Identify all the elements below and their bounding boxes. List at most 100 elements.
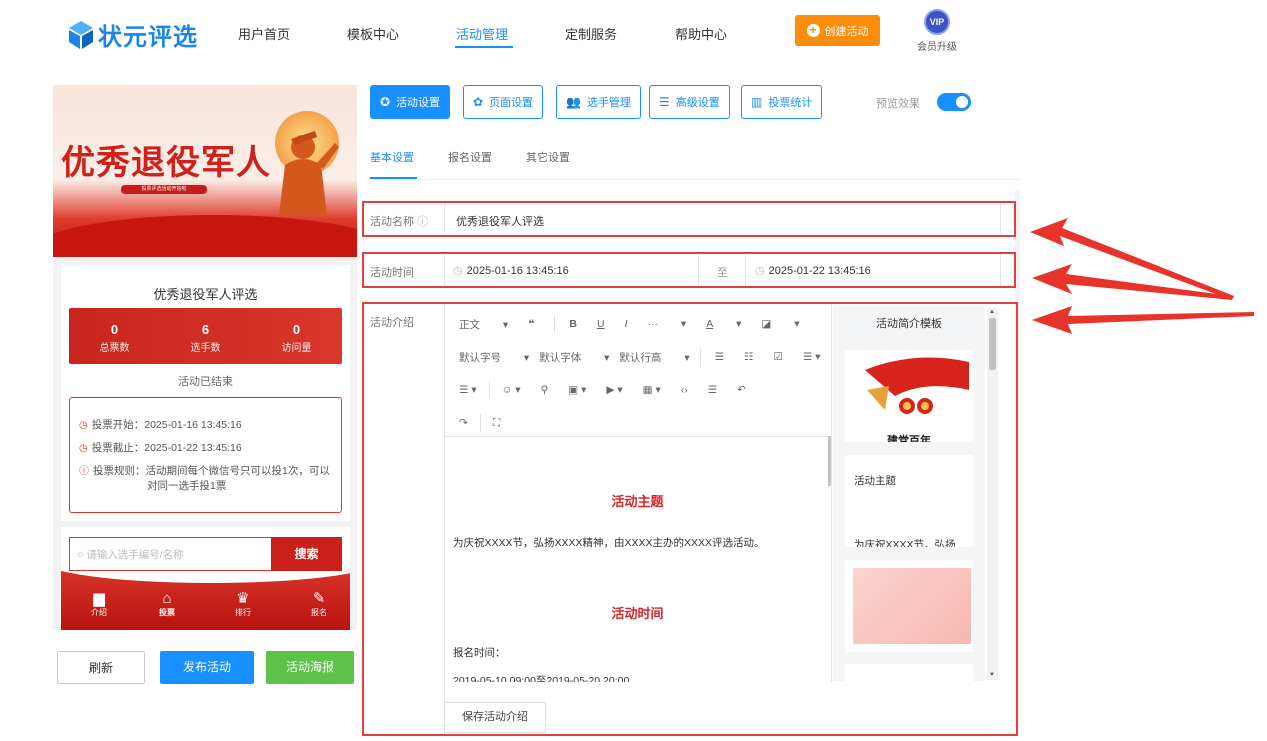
tool-contestant-manage[interactable]: 👥 选手管理 xyxy=(556,85,641,119)
stat-total-votes: 0 总票数 xyxy=(69,308,160,364)
link-icon[interactable]: ⚲ xyxy=(541,384,549,396)
users-icon: 👥 xyxy=(566,95,581,109)
plus-icon: + xyxy=(806,24,820,37)
align-icon[interactable]: ☰ ▾ xyxy=(803,351,821,363)
subtab-basic[interactable]: 基本设置 xyxy=(370,149,414,165)
tab-label: 投票 xyxy=(159,608,175,617)
nav-home[interactable]: 用户首页 xyxy=(238,24,290,43)
nav-templates[interactable]: 模板中心 xyxy=(347,24,399,43)
indent-icon[interactable]: ☰ ▾ xyxy=(459,384,477,396)
template-card-party[interactable]: 建党百年 xyxy=(845,350,973,442)
fullscreen-icon[interactable]: ⛶ xyxy=(493,417,500,430)
activity-name: 优秀退役军人评选 xyxy=(153,287,258,302)
divider xyxy=(745,254,746,286)
tab-register[interactable]: ✎ 报名 xyxy=(289,591,349,618)
tool-activity-settings[interactable]: ✪ 活动设置 xyxy=(370,85,451,119)
tool-advanced-settings[interactable]: ☰ 高级设置 xyxy=(649,85,730,119)
paragraph-style-select[interactable]: 正文 ▾ xyxy=(459,317,508,332)
checklist-icon[interactable]: ☑ xyxy=(773,351,782,363)
undo-icon[interactable]: ↶ xyxy=(737,384,746,396)
template-scrollbar-thumb[interactable] xyxy=(989,318,996,370)
banner-subtitle: 投票评选活动开始啦 xyxy=(121,185,207,194)
image-icon[interactable]: ▣ ▾ xyxy=(568,384,586,396)
info-icon: ⓘ xyxy=(79,466,89,477)
table-icon[interactable]: ▦ ▾ xyxy=(643,384,661,396)
preview-toggle[interactable] xyxy=(937,93,971,111)
font-color-icon[interactable]: A ▾ xyxy=(706,318,741,330)
activity-banner: 优秀退役军人 投票评选活动开始啦 xyxy=(53,85,357,257)
quote-icon[interactable]: ❝ xyxy=(528,318,534,330)
tool-vote-stats[interactable]: ▥ 投票统计 xyxy=(741,85,823,119)
ordered-list-icon[interactable]: ☷ xyxy=(744,351,753,363)
italic-icon[interactable]: I xyxy=(625,318,628,330)
activity-time-label: 活动时间 xyxy=(370,267,414,279)
scroll-down-icon[interactable]: ▼ xyxy=(989,672,995,678)
activity-name-label-text: 活动名称 xyxy=(370,216,414,228)
template-card-more[interactable] xyxy=(845,664,973,681)
activity-poster-button[interactable]: 活动海报 xyxy=(266,651,354,684)
tab-vote[interactable]: ⌂ 投票 xyxy=(137,591,197,618)
vote-start-text: 投票开始：2025-01-16 13:45:16 xyxy=(91,419,242,431)
logo-text: 状元评选 xyxy=(98,23,198,51)
template-card-text[interactable]: 活动主题 为庆祝XXXX节，弘扬 xyxy=(845,455,973,547)
emoji-icon[interactable]: ☺ ▾ xyxy=(502,384,521,396)
search-button[interactable]: 搜索 xyxy=(271,537,342,571)
contestant-search-input[interactable]: ○ 请输入选手编号/名称 xyxy=(69,537,271,571)
editor-toolbar-row-2: 默认字号 ▾ 默认字体 ▾ 默认行高 ▾ ☰ ☷ ☑ ☰ ▾ xyxy=(459,348,840,366)
banner-red-wave xyxy=(53,215,357,257)
activity-name-input[interactable]: 优秀退役军人评选 xyxy=(456,213,544,229)
activity-info-card: 优秀退役军人评选 0 总票数 6 选手数 0 访问量 活动已结束 ◷ 投票开始：2… xyxy=(61,265,350,521)
divider xyxy=(698,254,699,286)
content-paragraph: 为庆祝XXXX节，弘扬XXXX精神，由XXXX主办的XXXX评选活动。 xyxy=(453,537,765,549)
vote-rules-box: ◷ 投票开始：2025-01-16 13:45:16 ◷ 投票截止：2025-01-… xyxy=(69,397,342,513)
logo[interactable]: 状元评选 xyxy=(68,17,198,52)
more-icon[interactable]: ··· ▾ xyxy=(647,318,686,330)
line-height-select[interactable]: 默认行高 ▾ xyxy=(619,350,689,365)
toolbar-sep xyxy=(554,315,556,333)
refresh-button[interactable]: 刷新 xyxy=(57,651,145,684)
template-thumbnail xyxy=(845,350,973,428)
scroll-up-icon[interactable]: ▲ xyxy=(989,309,995,315)
bold-icon[interactable]: B xyxy=(569,318,577,330)
content-heading-time: 活动时间 xyxy=(611,606,664,621)
bg-color-icon[interactable]: ◪ ▾ xyxy=(761,318,799,330)
save-intro-button[interactable]: 保存活动介绍 xyxy=(444,702,546,733)
editor-scrollbar[interactable] xyxy=(828,436,831,486)
clock-icon: ◷ xyxy=(755,265,765,277)
help-icon: ⓘ xyxy=(417,216,429,228)
video-icon[interactable]: ▶ ▾ xyxy=(606,384,622,396)
redo-icon[interactable]: ↷ xyxy=(459,417,468,429)
content-heading-theme: 活动主题 xyxy=(611,494,664,509)
template-card-pink[interactable] xyxy=(845,560,973,652)
content-paragraph: 2019-05-10 09:00至2019-05-20 20:00 xyxy=(453,675,630,682)
subtab-register[interactable]: 报名设置 xyxy=(448,149,492,165)
tab-intro[interactable]: ▆ 介绍 xyxy=(69,591,129,618)
bullet-list-icon[interactable]: ☰ xyxy=(715,351,724,363)
font-size-select[interactable]: 默认字号 ▾ xyxy=(459,350,529,365)
subtab-other[interactable]: 其它设置 xyxy=(526,149,570,165)
publish-activity-button[interactable]: 发布活动 xyxy=(160,651,254,684)
tab-ranking[interactable]: ♛ 排行 xyxy=(213,591,273,618)
create-activity-label: 创建活动 xyxy=(824,25,869,38)
divider-line-icon[interactable]: ☰ xyxy=(708,384,717,396)
nav-activity-manage[interactable]: 活动管理 xyxy=(456,24,508,43)
font-family-select[interactable]: 默认字体 ▾ xyxy=(539,350,609,365)
activity-intro-label: 活动介绍 xyxy=(370,317,414,329)
clock-icon: ◷ xyxy=(79,443,88,454)
vip-upgrade[interactable]: VIP 会员升级 xyxy=(912,9,962,53)
banner-title: 优秀退役军人 xyxy=(61,143,271,183)
search-area: ○ 请输入选手编号/名称 搜索 ▆ 介绍 ⌂ 投票 ♛ 排行 ✎ 报名 xyxy=(61,527,350,630)
end-time-input[interactable]: ◷ 2025-01-22 13:45:16 xyxy=(755,264,871,277)
stat-visits: 0 访问量 xyxy=(251,308,342,364)
create-activity-button[interactable]: + 创建活动 xyxy=(795,15,880,46)
start-time-input[interactable]: ◷ 2025-01-16 13:45:16 xyxy=(453,264,569,277)
code-icon[interactable]: ‹› xyxy=(681,384,688,396)
nav-help[interactable]: 帮助中心 xyxy=(675,24,727,43)
editor-content-area[interactable]: 活动主题 为庆祝XXXX节，弘扬XXXX精神，由XXXX主办的XXXX评选活动。… xyxy=(444,436,831,682)
nav-custom-service[interactable]: 定制服务 xyxy=(565,24,617,43)
underline-icon[interactable]: U xyxy=(597,318,605,330)
vip-label: 会员升级 xyxy=(917,42,957,53)
clock-icon: ◷ xyxy=(79,420,88,431)
edit-icon: ✎ xyxy=(312,590,326,607)
tool-page-settings[interactable]: ✿ 页面设置 xyxy=(463,85,544,119)
